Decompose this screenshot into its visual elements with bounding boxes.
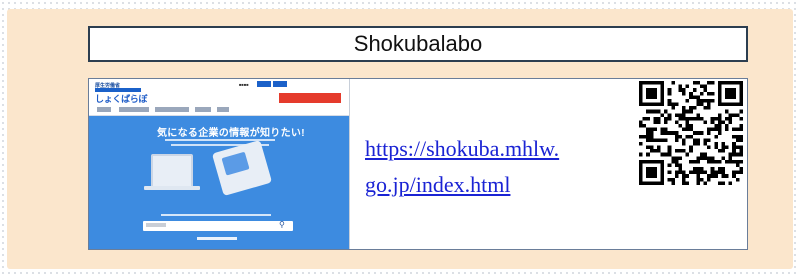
hero-footer-line — [197, 237, 237, 240]
website-screenshot: 厚生労働省 しょくばらぼ ■■■■ 気になる企業の情報が知りたい! ⚲ — [89, 79, 350, 249]
red-button — [279, 93, 341, 103]
url-line-1: https://shokuba.mhlw. — [365, 136, 560, 161]
content-box: 厚生労働省 しょくばらぼ ■■■■ 気になる企業の情報が知りたい! ⚲ http… — [88, 78, 748, 250]
site-hero: 気になる企業の情報が知りたい! ⚲ — [89, 116, 349, 249]
laptop-base — [144, 186, 200, 190]
site-url-link[interactable]: https://shokuba.mhlw. go.jp/index.html — [365, 131, 655, 203]
search-icon: ⚲ — [279, 220, 285, 229]
tablet-illustration — [211, 139, 273, 197]
site-header: 厚生労働省 しょくばらぼ ■■■■ — [89, 79, 349, 105]
lang-label: ■■■■ — [239, 82, 249, 87]
lang-button — [257, 81, 271, 87]
url-line-2: go.jp/index.html — [365, 172, 511, 197]
laptop-illustration — [151, 154, 193, 188]
title-box: Shokubalabo — [88, 26, 748, 62]
qr-code-icon — [639, 81, 743, 185]
site-logo: しょくばらぼ — [95, 94, 148, 104]
lang-button — [273, 81, 287, 87]
stats-line — [161, 214, 271, 216]
site-search — [143, 221, 293, 231]
hero-title: 気になる企業の情報が知りたい! — [157, 128, 305, 139]
site-nav — [89, 106, 349, 116]
card-title: Shokubalabo — [353, 31, 483, 56]
